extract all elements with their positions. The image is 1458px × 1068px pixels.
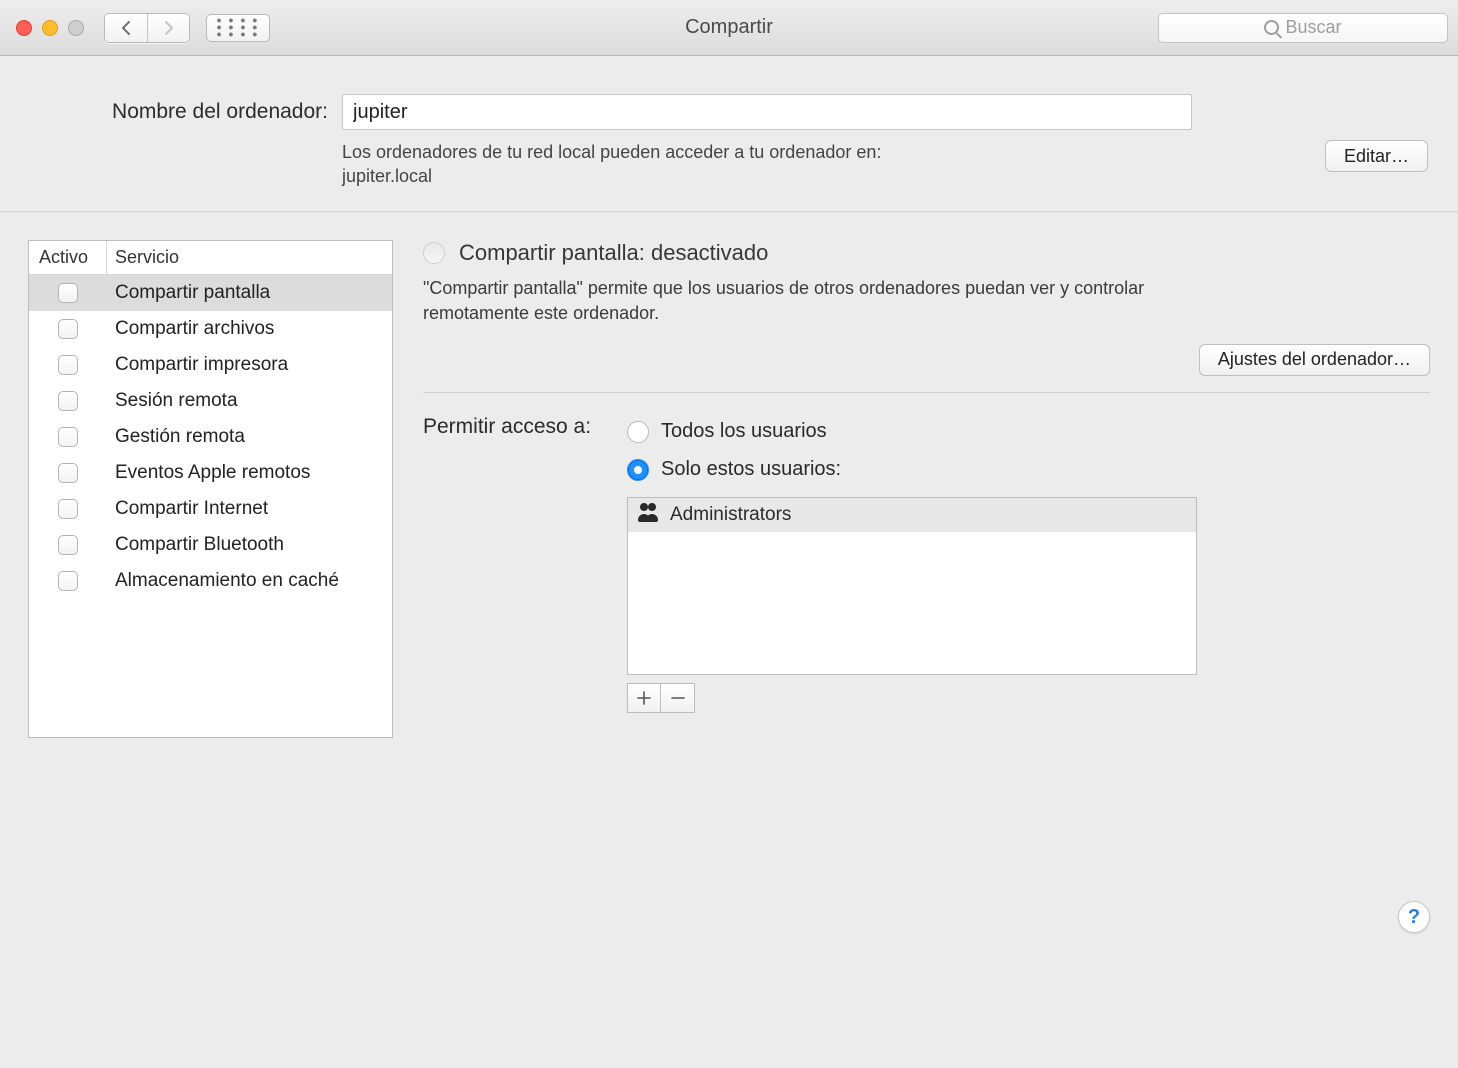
computer-name-section: Nombre del ordenador: Los ordenadores de…	[0, 56, 1458, 212]
service-row[interactable]: Compartir pantalla	[29, 275, 392, 311]
service-checkbox[interactable]	[58, 355, 78, 375]
service-row[interactable]: Compartir archivos	[29, 311, 392, 347]
search-icon	[1264, 20, 1279, 35]
service-name: Gestión remota	[107, 426, 245, 448]
service-checkbox[interactable]	[58, 463, 78, 483]
service-row[interactable]: Eventos Apple remotos	[29, 455, 392, 491]
service-name: Compartir impresora	[107, 354, 288, 376]
computer-name-input[interactable]	[342, 94, 1192, 130]
show-all-prefs-button[interactable]: ● ● ● ● ● ● ● ● ● ● ● ●	[206, 14, 270, 42]
radio-all-users[interactable]	[627, 421, 649, 443]
service-checkbox[interactable]	[58, 571, 78, 591]
service-name: Compartir archivos	[107, 318, 274, 340]
service-row[interactable]: Compartir Bluetooth	[29, 527, 392, 563]
service-row[interactable]: Almacenamiento en caché	[29, 563, 392, 599]
services-header-active: Activo	[29, 241, 107, 274]
window-controls	[16, 20, 84, 36]
service-name: Almacenamiento en caché	[107, 570, 339, 592]
edit-hostname-button[interactable]: Editar…	[1325, 140, 1428, 172]
service-name: Compartir pantalla	[107, 282, 270, 304]
zoom-window-button	[68, 20, 84, 36]
radio-only-these[interactable]	[627, 459, 649, 481]
forward-button	[147, 14, 189, 42]
service-row[interactable]: Gestión remota	[29, 419, 392, 455]
service-checkbox[interactable]	[58, 391, 78, 411]
chevron-right-icon	[163, 21, 175, 35]
computer-settings-button[interactable]: Ajustes del ordenador…	[1199, 344, 1430, 376]
add-user-button[interactable]	[627, 683, 661, 713]
chevron-left-icon	[120, 21, 132, 35]
group-icon	[638, 508, 660, 522]
service-row[interactable]: Sesión remota	[29, 383, 392, 419]
service-checkbox[interactable]	[58, 283, 78, 303]
user-row[interactable]: Administrators	[628, 498, 1196, 532]
user-name: Administrators	[670, 504, 791, 526]
main-area: Activo Servicio Compartir pantalla Compar…	[0, 212, 1458, 738]
plus-icon	[637, 691, 651, 705]
service-name: Eventos Apple remotos	[107, 462, 310, 484]
service-name: Compartir Internet	[107, 498, 268, 520]
remove-user-button[interactable]	[661, 683, 695, 713]
service-row[interactable]: Compartir impresora	[29, 347, 392, 383]
service-name: Compartir Bluetooth	[107, 534, 284, 556]
radio-only-these-label: Solo estos usuarios:	[661, 458, 841, 481]
computer-name-label: Nombre del ordenador:	[30, 100, 328, 124]
service-status-title: Compartir pantalla: desactivado	[459, 240, 768, 266]
service-status-indicator	[423, 242, 445, 264]
services-header: Activo Servicio	[29, 241, 392, 275]
service-row[interactable]: Compartir Internet	[29, 491, 392, 527]
service-checkbox[interactable]	[58, 427, 78, 447]
service-checkbox[interactable]	[58, 499, 78, 519]
radio-all-users-label: Todos los usuarios	[661, 420, 827, 443]
minimize-window-button[interactable]	[42, 20, 58, 36]
service-status-description: "Compartir pantalla" permite que los usu…	[423, 276, 1183, 326]
services-header-service: Servicio	[107, 241, 392, 274]
service-detail-pane: Compartir pantalla: desactivado "Compart…	[423, 240, 1430, 738]
allow-access-options: Todos los usuarios Solo estos usuarios: …	[627, 415, 1430, 713]
hostname-line1: Los ordenadores de tu red local pueden a…	[342, 142, 881, 162]
nav-back-forward	[104, 13, 190, 43]
user-add-remove	[627, 683, 1430, 713]
users-list[interactable]: Administrators	[627, 497, 1197, 675]
search-placeholder: Buscar	[1285, 17, 1341, 38]
services-list: Activo Servicio Compartir pantalla Compar…	[28, 240, 393, 738]
computer-hostname-text: Los ordenadores de tu red local pueden a…	[342, 140, 1305, 189]
minus-icon	[671, 691, 685, 705]
grid-icon: ● ● ● ● ● ● ● ● ● ● ● ●	[216, 17, 259, 38]
titlebar: ● ● ● ● ● ● ● ● ● ● ● ● Compartir Buscar	[0, 0, 1458, 56]
service-checkbox[interactable]	[58, 535, 78, 555]
hostname-line2: jupiter.local	[342, 166, 432, 186]
service-name: Sesión remota	[107, 390, 238, 412]
option-all-users-row[interactable]: Todos los usuarios	[627, 415, 1430, 449]
service-checkbox[interactable]	[58, 319, 78, 339]
option-only-these-row[interactable]: Solo estos usuarios:	[627, 453, 1430, 487]
close-window-button[interactable]	[16, 20, 32, 36]
help-button[interactable]: ?	[1398, 901, 1430, 933]
search-field[interactable]: Buscar	[1158, 13, 1448, 43]
allow-access-label: Permitir acceso a:	[423, 415, 617, 439]
back-button[interactable]	[105, 14, 147, 42]
